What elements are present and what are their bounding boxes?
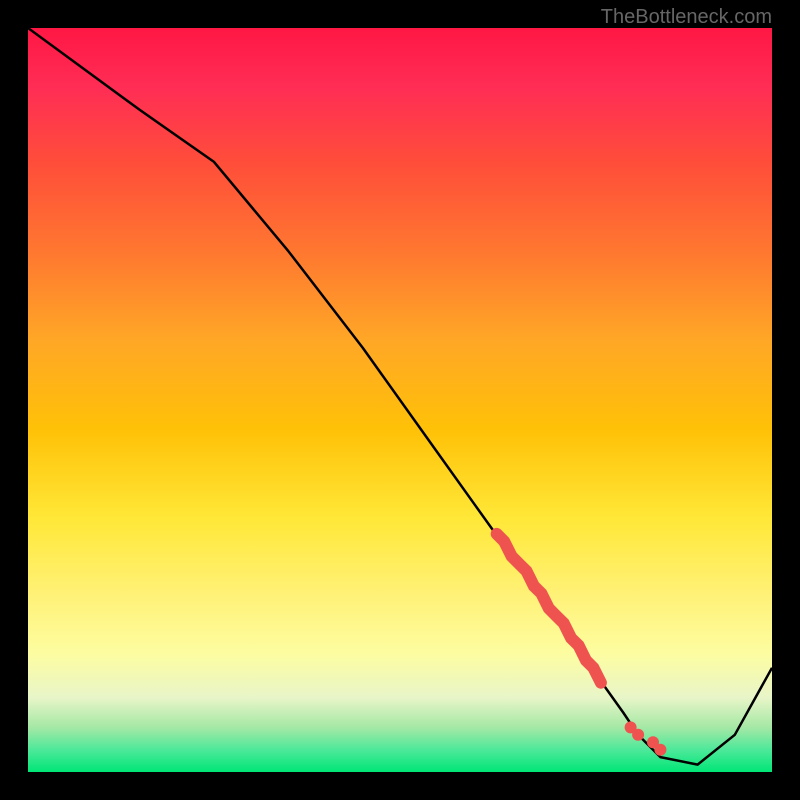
highlight-dot (654, 744, 666, 756)
highlight-markers (497, 534, 667, 756)
watermark-label: TheBottleneck.com (601, 6, 772, 29)
highlight-segment (497, 534, 601, 683)
highlight-dot (632, 729, 644, 741)
curve-path (28, 28, 772, 765)
plot-area (28, 28, 772, 772)
chart-svg (28, 28, 772, 772)
chart-container: TheBottleneck.com (0, 0, 800, 800)
bottleneck-curve (28, 28, 772, 765)
